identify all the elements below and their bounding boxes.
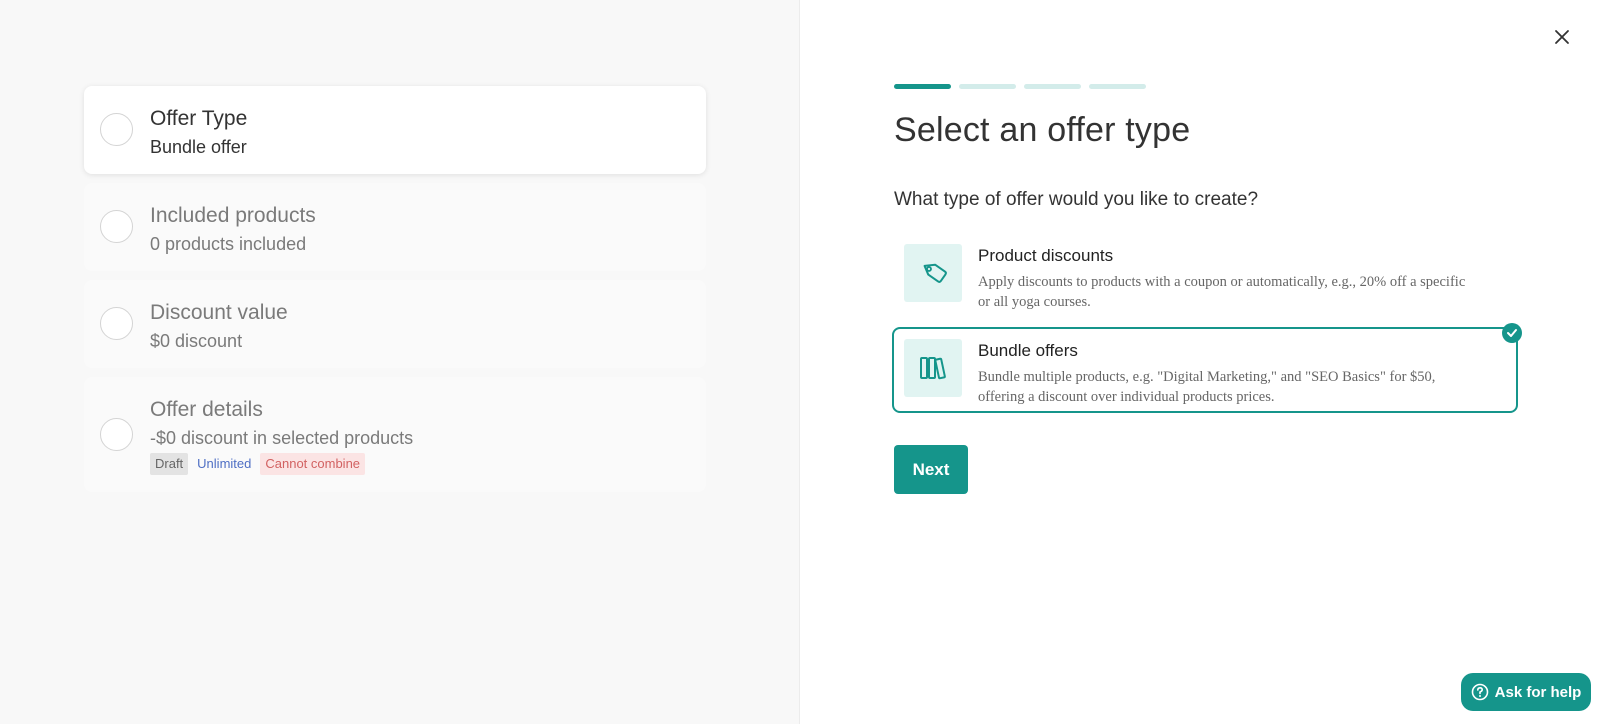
step-radio[interactable] (100, 113, 133, 146)
close-icon (1555, 30, 1569, 44)
question-circle-icon (1471, 683, 1488, 701)
step-title: Discount value (150, 301, 288, 324)
selected-check-icon (1502, 323, 1522, 343)
option-title: Bundle offers (978, 341, 1078, 360)
step-included-products[interactable]: Included products 0 products included (84, 183, 706, 271)
step-offer-details[interactable]: Offer details -$0 discount in selected p… (84, 377, 706, 492)
offer-type-question: What type of offer would you like to cre… (894, 189, 1259, 210)
option-bundle-offers[interactable]: Bundle offers Bundle multiple products, … (892, 323, 1522, 413)
step-subtitle: -$0 discount in selected products (150, 428, 414, 448)
step-offer-type[interactable]: Offer Type Bundle offer (84, 86, 706, 174)
step-radio[interactable] (100, 210, 133, 243)
step-discount-value[interactable]: Discount value $0 discount (84, 280, 706, 368)
step-radio[interactable] (100, 307, 133, 340)
step-subtitle: Bundle offer (150, 137, 247, 157)
tag-icon (923, 263, 947, 283)
books-icon (920, 357, 946, 380)
unlimited-badge: Unlimited (197, 456, 252, 471)
status-badges: Draft Unlimited Cannot combine (150, 453, 413, 475)
option-title: Product discounts (978, 246, 1114, 265)
step-title: Offer Type (150, 107, 248, 130)
step-subtitle: $0 discount (150, 331, 243, 351)
option-product-discounts[interactable]: Product discounts Apply discounts to pro… (892, 232, 1518, 318)
cannot-combine-badge: Cannot combine (260, 453, 366, 475)
draft-badge: Draft (150, 453, 189, 475)
step-radio[interactable] (100, 418, 133, 451)
step-title: Offer details (150, 398, 263, 421)
progress-segment (894, 84, 951, 89)
next-button[interactable]: Next (894, 445, 968, 494)
option-icon-box (904, 244, 962, 302)
close-button[interactable] (1552, 27, 1572, 47)
step-subtitle: 0 products included (150, 234, 307, 254)
page-title: Select an offer type (894, 111, 1191, 149)
step-title: Included products (150, 204, 316, 227)
steps-panel: Offer Type Bundle offer Included product… (0, 0, 800, 724)
progress-segment (959, 84, 1016, 89)
option-description: Bundle multiple products, e.g. "Digital … (978, 369, 1436, 405)
step-progress (894, 84, 1146, 89)
option-description: Apply discounts to products with a coupo… (978, 274, 1466, 310)
option-icon-box (904, 339, 962, 397)
help-label: Ask for help (1494, 683, 1582, 701)
progress-segment (1089, 84, 1146, 89)
progress-segment (1024, 84, 1081, 89)
ask-for-help-button[interactable]: Ask for help (1461, 673, 1591, 711)
